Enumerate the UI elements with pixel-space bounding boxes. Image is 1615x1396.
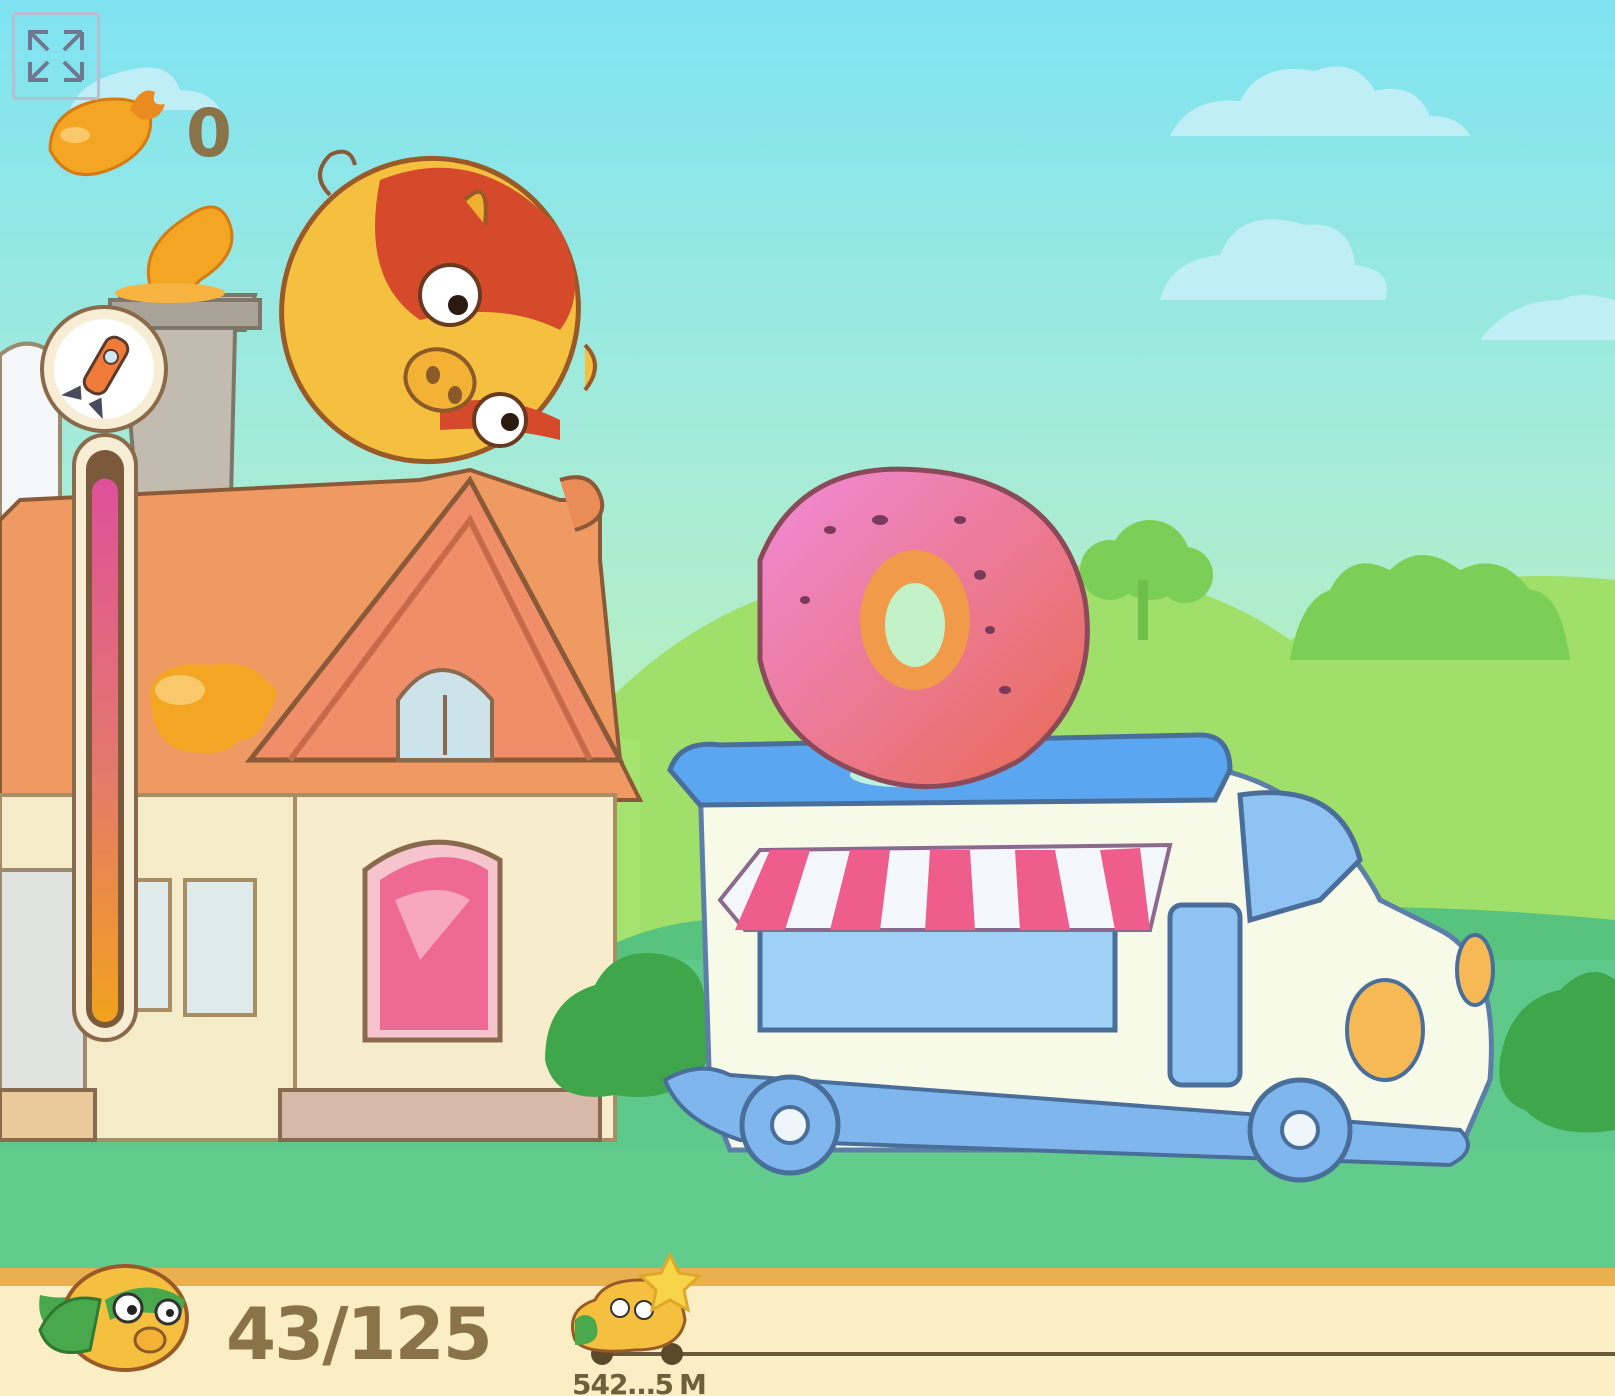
pig-count: 43/125	[226, 1292, 493, 1376]
ground-bar-edge	[0, 1268, 1615, 1286]
donut	[757, 466, 1090, 790]
mango-count: 0	[186, 95, 232, 172]
distance-unit: M	[678, 1368, 707, 1396]
distance-value: 542…5	[572, 1368, 674, 1396]
fullscreen-button[interactable]	[12, 12, 100, 100]
power-meter-fill	[92, 478, 118, 1022]
distance-readout: 542…5 M	[566, 1368, 707, 1396]
game-stage[interactable]: 0 43/125 542…5 M	[0, 0, 1615, 1396]
game-scene[interactable]	[0, 0, 1615, 1396]
